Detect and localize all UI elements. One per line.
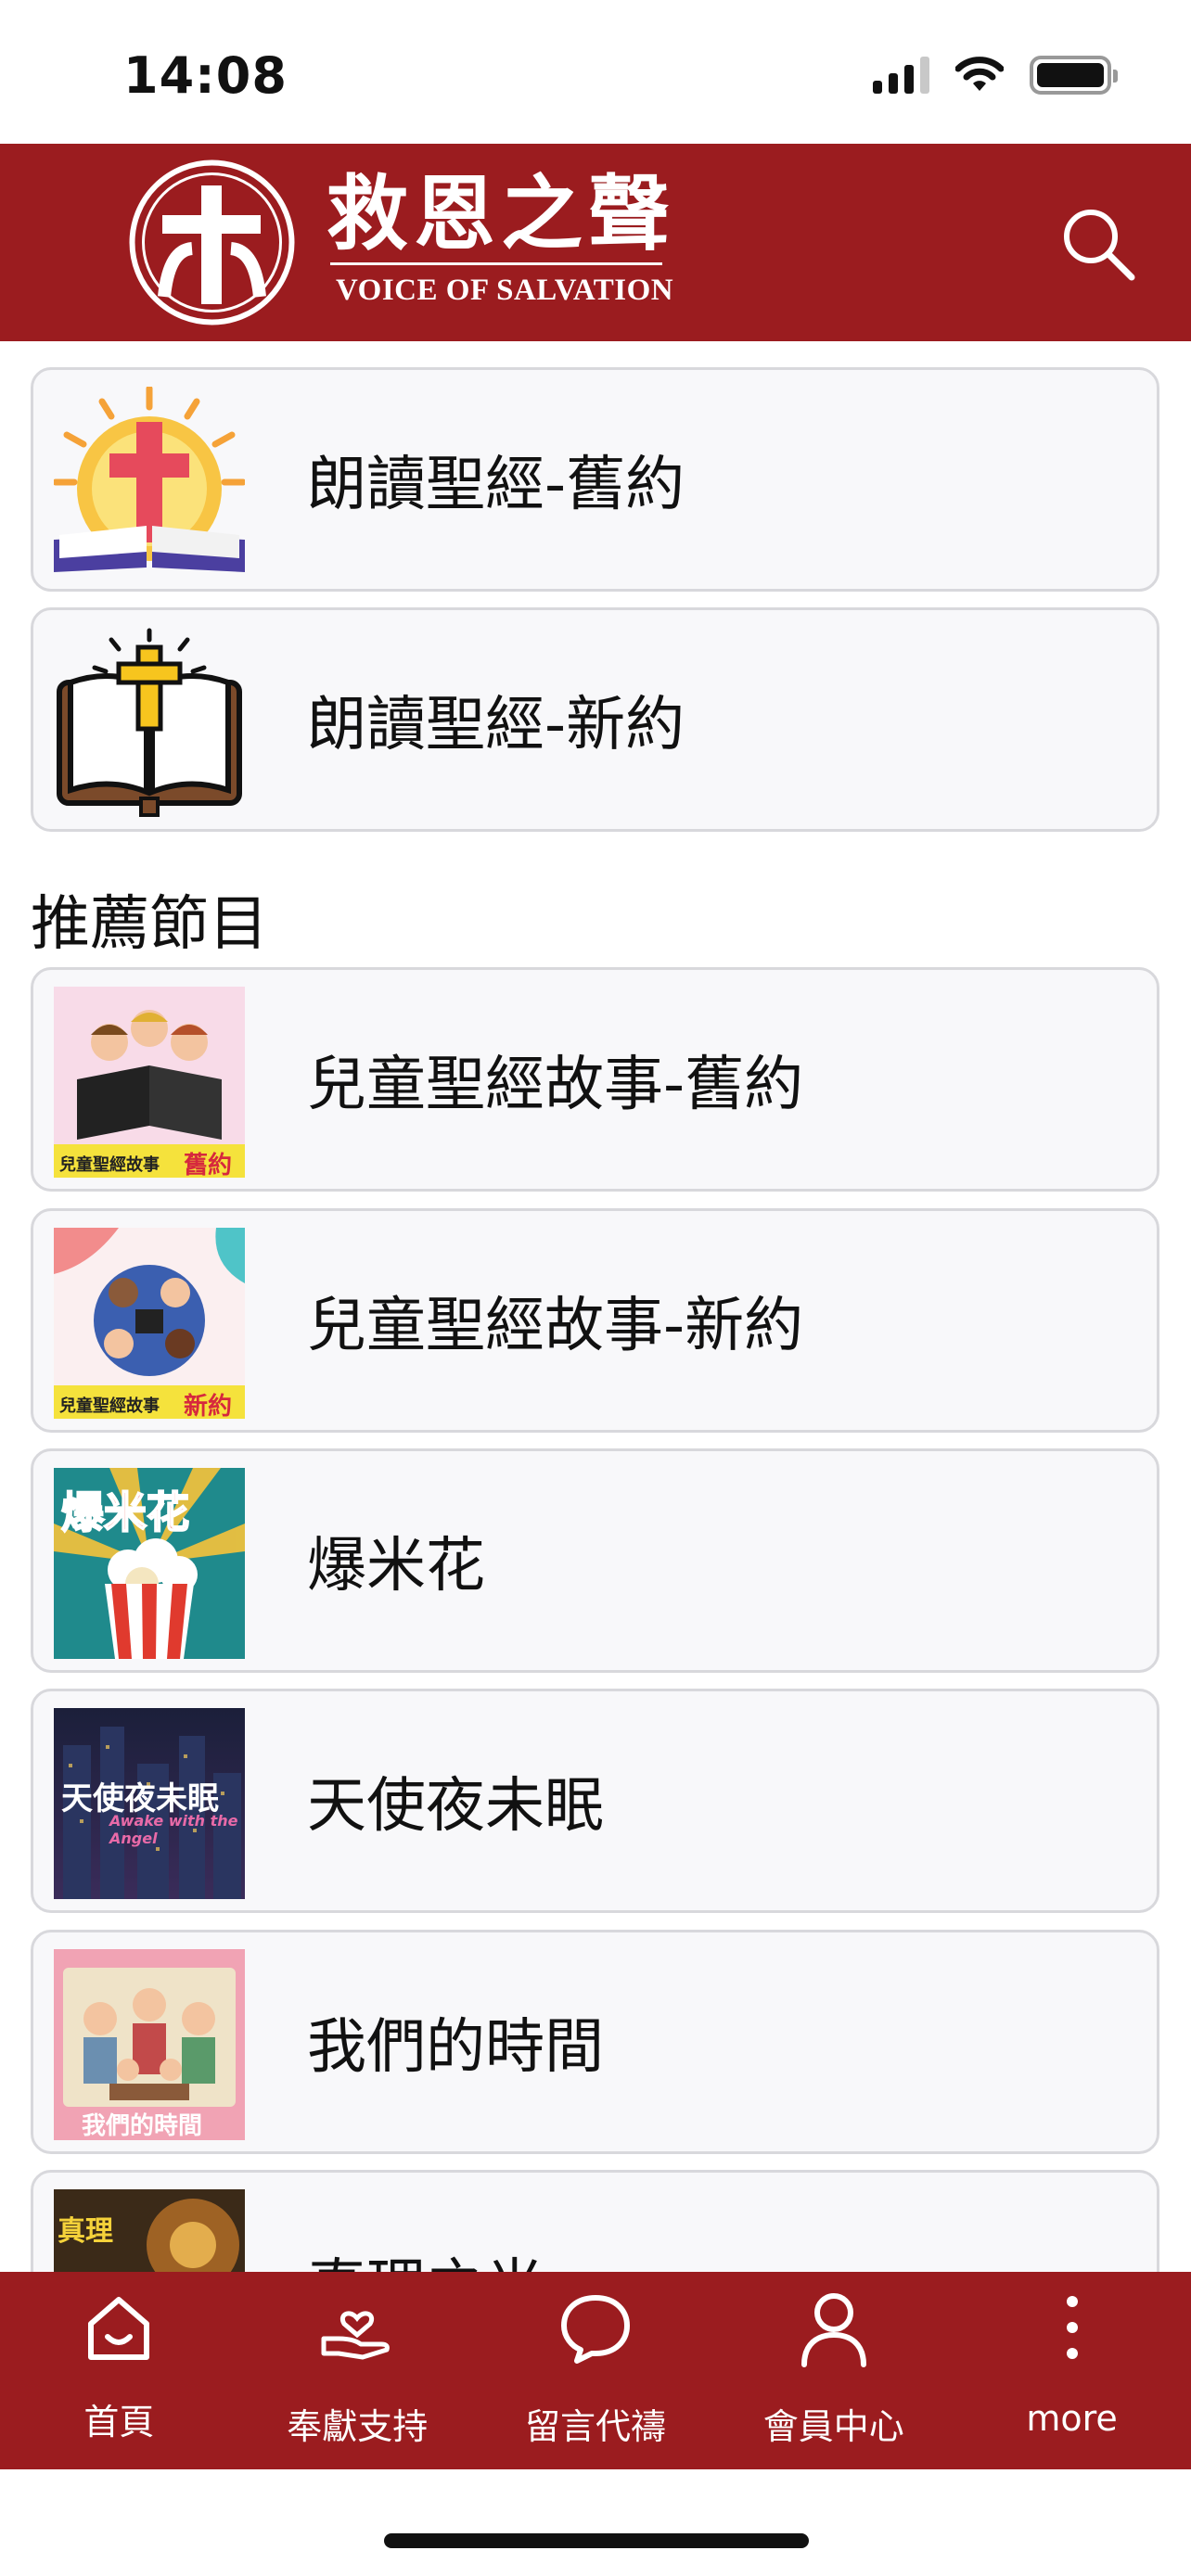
list-item-title: 我們的時間 [307, 2013, 604, 2082]
list-item-title: 兒童聖經故事-新約 [307, 1292, 804, 1360]
home-indicator-area [0, 2469, 1191, 2576]
bible-sunrise-cross-icon [54, 387, 245, 578]
thumb-caption: 真理 [58, 2215, 113, 2248]
tab-home[interactable]: 首頁 [0, 2272, 238, 2469]
wifi-icon [955, 57, 1004, 91]
list-item-title: 天使夜未眠 [307, 1772, 604, 1841]
status-bar: 14:08 [0, 0, 1191, 144]
logo-cross-icon [129, 159, 295, 325]
list-item-popcorn[interactable]: 爆米花 爆米花 [31, 1448, 1159, 1673]
home-icon [88, 2297, 150, 2360]
battery-icon [1030, 56, 1118, 95]
list-item-title: 兒童聖經故事-舊約 [307, 1051, 804, 1119]
thumb-caption: 兒童聖經故事 [59, 1396, 160, 1416]
app-header: 救恩之聲 VOICE OF SALVATION [0, 144, 1191, 341]
tab-label: 首頁 [83, 2402, 155, 2442]
tab-donate[interactable]: 奉獻支持 [238, 2272, 477, 2469]
tab-label: more [1026, 2398, 1118, 2439]
program-thumbnail: 爆米花 [54, 1468, 245, 1659]
program-thumbnail: 真理 [54, 2189, 245, 2272]
user-icon [800, 2293, 866, 2367]
list-item-title: 朗讀聖經-新約 [307, 691, 685, 759]
tab-label: 奉獻支持 [287, 2406, 429, 2447]
thumb-caption: 我們的時間 [82, 2112, 203, 2140]
list-item-kids-bible-old[interactable]: 兒童聖經故事 舊約 兒童聖經故事-舊約 [31, 967, 1159, 1192]
search-icon[interactable] [1057, 201, 1141, 285]
thumb-tag: 舊約 [184, 1152, 233, 1178]
list-item-our-time[interactable]: 我們的時間 我們的時間 [31, 1930, 1159, 2154]
thumb-caption: 兒童聖經故事 [59, 1155, 160, 1175]
main-content[interactable]: 朗讀聖經-舊約 朗讀聖經-新約 推薦節目 兒童聖經故事 舊約 兒童聖經故事-舊約… [0, 341, 1191, 2272]
thumb-tag: 新約 [184, 1393, 233, 1419]
thumb-subtitle: Awake with the Angel [109, 1812, 238, 1847]
list-item-title: 朗讀聖經-舊約 [307, 451, 685, 519]
program-thumbnail: 天使夜未眠 Awake with the Angel [54, 1708, 245, 1899]
tab-prayer[interactable]: 留言代禱 [477, 2272, 715, 2469]
more-vertical-icon [1066, 2296, 1078, 2359]
bottom-tab-bar: 首頁 奉獻支持 留言代禱 會員中心 more [0, 2272, 1191, 2469]
tab-more[interactable]: more [953, 2272, 1191, 2469]
status-time: 14:08 [123, 46, 288, 105]
cellular-signal-icon [873, 57, 929, 94]
list-item-light-of-truth[interactable]: 真理 真理之光 [31, 2170, 1159, 2272]
list-item-title: 爆米花 [307, 1532, 485, 1600]
list-item-kids-bible-new[interactable]: 兒童聖經故事 新約 兒童聖經故事-新約 [31, 1208, 1159, 1433]
list-item-awake-with-angel[interactable]: 天使夜未眠 Awake with the Angel 天使夜未眠 [31, 1689, 1159, 1913]
brand-name-english: VOICE OF SALVATION [336, 274, 674, 307]
program-thumbnail: 兒童聖經故事 新約 [54, 1228, 245, 1419]
open-bible-cross-icon [54, 627, 245, 818]
chat-bubble-icon [560, 2295, 630, 2364]
program-thumbnail: 我們的時間 [54, 1949, 245, 2140]
thumb-caption: 爆米花 [60, 1486, 190, 1538]
status-icons [873, 56, 1118, 95]
donate-hand-heart-icon [321, 2311, 391, 2360]
tab-label: 會員中心 [762, 2406, 904, 2447]
tab-member[interactable]: 會員中心 [714, 2272, 953, 2469]
home-indicator[interactable] [384, 2533, 809, 2548]
program-thumbnail: 兒童聖經故事 舊約 [54, 987, 245, 1178]
tab-label: 留言代禱 [524, 2406, 666, 2447]
section-title-recommended: 推薦節目 [31, 890, 268, 959]
list-item-title: 真理之光 [307, 2173, 544, 2272]
brand-divider [330, 262, 662, 265]
list-item-read-bible-new-testament[interactable]: 朗讀聖經-新約 [31, 607, 1159, 832]
brand-name-chinese: 救恩之聲 [327, 165, 676, 261]
list-item-read-bible-old-testament[interactable]: 朗讀聖經-舊約 [31, 367, 1159, 592]
